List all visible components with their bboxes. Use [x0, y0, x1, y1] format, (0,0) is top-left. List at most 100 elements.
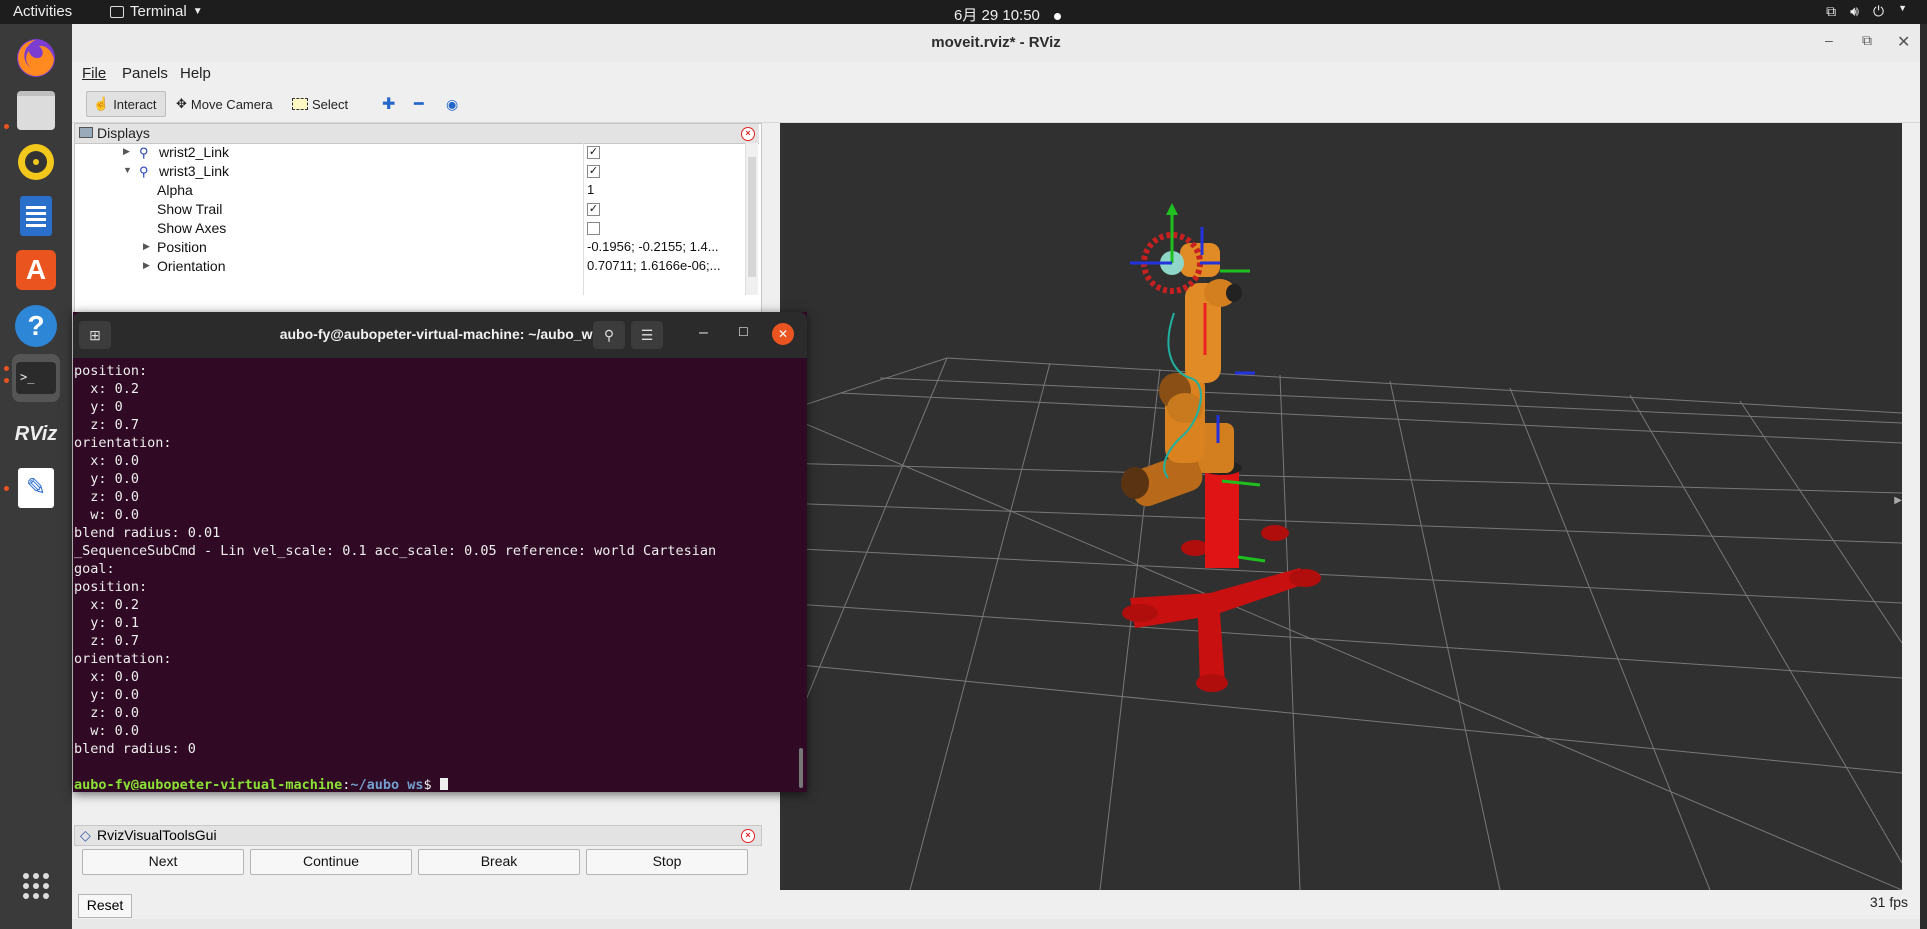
select-button[interactable]: Select — [286, 91, 354, 117]
scroll-thumb[interactable] — [748, 157, 756, 277]
caret-down-icon: ▼ — [1898, 3, 1907, 13]
tree-row-alpha[interactable]: Alpha 1 — [75, 181, 741, 200]
terminal-line: y: 0.0 — [74, 471, 140, 487]
tree-row-position[interactable]: ▶ Position -0.1956; -0.2155; 1.4... — [75, 238, 741, 257]
app-grid-icon[interactable] — [12, 862, 60, 910]
dock: A ? >_ RViz ✎ — [0, 24, 72, 929]
text-editor-icon[interactable]: ✎ — [12, 464, 60, 512]
tree-row-wrist2[interactable]: ▶ ⚲ wrist2_Link ✓ — [75, 143, 741, 162]
tree-row-label: wrist2_Link — [159, 144, 230, 160]
continue-button[interactable]: Continue — [250, 849, 412, 875]
expand-arrow-icon[interactable]: ▶ — [143, 241, 150, 252]
activities-button[interactable]: Activities — [13, 3, 72, 20]
close-panel-icon[interactable]: × — [741, 829, 755, 843]
network-icon: ⧉ — [1826, 3, 1837, 19]
close-icon[interactable]: ✕ — [772, 323, 794, 345]
terminal-window[interactable]: ⊞ aubo-fy@aubopeter-virtual-machine: ~/a… — [73, 312, 807, 792]
viewport-expand-arrow-icon[interactable]: ▶ — [1894, 495, 1902, 506]
menu-help[interactable]: Help — [180, 65, 211, 82]
prompt-path: ~/aubo_ws — [350, 777, 424, 790]
displays-scrollbar[interactable] — [745, 143, 758, 295]
app-menu[interactable]: Terminal ▼ — [110, 3, 203, 20]
close-icon[interactable]: ✕ — [1897, 32, 1910, 52]
reset-button[interactable]: Reset — [78, 894, 132, 918]
view-tool-button[interactable]: ◉ — [440, 91, 464, 117]
terminal-prompt[interactable]: aubo-fy@aubopeter-virtual-machine:~/aubo… — [74, 776, 798, 790]
files-icon[interactable] — [12, 86, 60, 134]
alpha-value[interactable]: 1 — [587, 182, 741, 197]
status-bar — [72, 919, 1920, 929]
tree-row-orientation[interactable]: ▶ Orientation 0.70711; 1.6166e-06;... — [75, 257, 741, 276]
terminal-line: z: 0.7 — [74, 633, 140, 649]
terminal-line: orientation: — [74, 435, 172, 451]
clock-text: 6月 29 10:50 — [954, 7, 1040, 24]
checkbox[interactable]: ✓ — [587, 146, 600, 159]
menu-file[interactable]: File — [82, 65, 106, 82]
menu-panels[interactable]: Panels — [122, 65, 168, 82]
interact-button[interactable]: ☝ Interact — [86, 91, 166, 117]
running-indicator — [4, 486, 9, 491]
break-button[interactable]: Break — [418, 849, 580, 875]
3d-viewport[interactable]: ▶ — [780, 123, 1902, 890]
checkbox[interactable] — [587, 222, 600, 235]
notification-dot-icon — [1054, 13, 1062, 20]
terminal-icon[interactable]: >_ — [12, 354, 60, 402]
tree-row-label: Position — [157, 239, 207, 255]
move-camera-button[interactable]: ✥ Move Camera — [170, 91, 279, 117]
rhythmbox-icon[interactable] — [12, 138, 60, 186]
terminal-line: y: 0 — [74, 399, 123, 415]
menu-bar: File Panels Help — [72, 62, 1920, 86]
system-tray[interactable]: ⧉ 🔊︎ ⏻ ▼ — [1826, 3, 1907, 20]
expand-arrow-icon[interactable]: ▶ — [123, 146, 130, 157]
add-tool-button[interactable]: ✚ — [376, 91, 401, 117]
tree-row-show-trail[interactable]: Show Trail ✓ — [75, 200, 741, 219]
terminal-output[interactable]: position: x: 0.2 y: 0 z: 0.7 orientation:… — [74, 362, 798, 790]
tree-row-label: Show Trail — [157, 201, 223, 217]
terminal-line: orientation: — [74, 651, 172, 667]
next-button[interactable]: Next — [82, 849, 244, 875]
terminal-line: y: 0.0 — [74, 687, 140, 703]
checkbox[interactable]: ✓ — [587, 203, 600, 216]
app-menu-label: Terminal — [130, 3, 187, 20]
rviz-window-title: moveit.rviz* - RViz — [931, 34, 1061, 51]
tree-row-show-axes[interactable]: Show Axes — [75, 219, 741, 238]
move-camera-icon: ✥ — [176, 96, 187, 111]
visual-tools-title: RvizVisualToolsGui — [97, 827, 217, 843]
stop-button[interactable]: Stop — [586, 849, 748, 875]
terminal-headerbar[interactable]: ⊞ aubo-fy@aubopeter-virtual-machine: ~/a… — [73, 312, 807, 358]
move-camera-label: Move Camera — [190, 96, 273, 112]
tool-bar: ☝ Interact ✥ Move Camera Select ✚ ━ ◉ — [72, 86, 1920, 123]
minimize-icon[interactable]: – — [1825, 32, 1833, 48]
maximize-icon[interactable]: ⧉ — [1862, 32, 1872, 49]
rviz-titlebar[interactable]: moveit.rviz* - RViz – ⧉ ✕ — [72, 24, 1920, 63]
displays-title: Displays — [97, 125, 150, 141]
terminal-line: x: 0.2 — [74, 381, 140, 397]
minimize-icon[interactable]: – — [699, 324, 708, 342]
tree-row-label: Show Axes — [157, 220, 227, 236]
tree-row-wrist3[interactable]: ▼ ⚲ wrist3_Link ✓ — [75, 162, 741, 181]
rviz-icon[interactable]: RViz — [12, 410, 60, 458]
firefox-icon[interactable] — [12, 34, 60, 82]
clock[interactable]: 6月 29 10:50 — [954, 4, 1062, 25]
position-value[interactable]: -0.1956; -0.2155; 1.4... — [587, 239, 741, 254]
search-icon[interactable]: ⚲ — [593, 321, 625, 349]
power-icon: ⏻ — [1873, 3, 1885, 19]
software-icon[interactable]: A — [12, 246, 60, 294]
maximize-icon[interactable]: ☐ — [738, 325, 749, 339]
fps-indicator: 31 fps — [1869, 894, 1908, 910]
interact-label: Interact — [113, 96, 157, 112]
collapse-arrow-icon[interactable]: ▼ — [123, 165, 132, 175]
hamburger-menu-icon[interactable]: ☰ — [631, 321, 663, 349]
running-indicator — [4, 378, 9, 383]
terminal-line: z: 0.7 — [74, 417, 140, 433]
top-bar: Activities Terminal ▼ 6月 29 10:50 ⧉ 🔊︎ ⏻… — [0, 0, 1927, 24]
orientation-value[interactable]: 0.70711; 1.6166e-06;... — [587, 258, 741, 273]
writer-icon[interactable] — [12, 192, 60, 240]
help-icon[interactable]: ? — [12, 302, 60, 350]
close-panel-icon[interactable]: × — [741, 127, 755, 141]
terminal-scrollbar[interactable] — [799, 748, 803, 788]
checkbox[interactable]: ✓ — [587, 165, 600, 178]
remove-tool-button[interactable]: ━ — [408, 91, 430, 117]
tree-row-label: Alpha — [157, 182, 193, 198]
expand-arrow-icon[interactable]: ▶ — [143, 260, 150, 271]
